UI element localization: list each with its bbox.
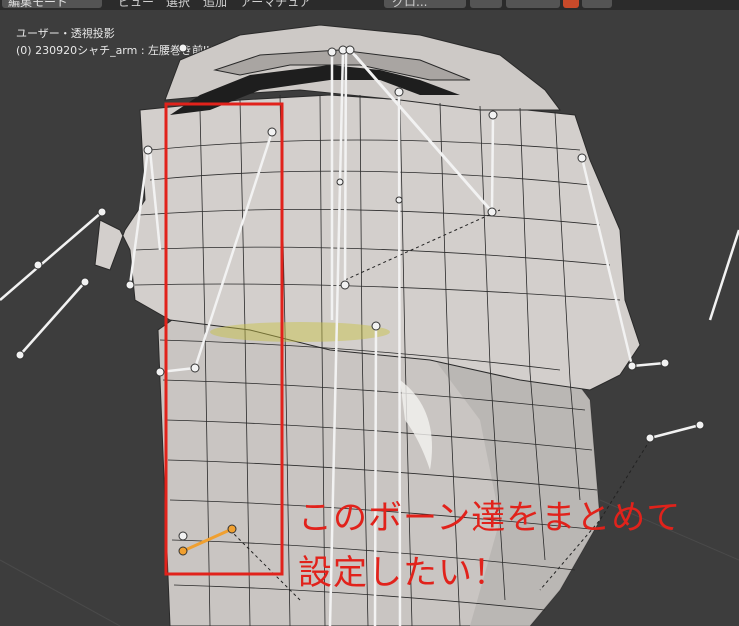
3d-viewport[interactable]: 編集モード ビュー 選択 追加 アーマチュア グロ... ユーザー・透視投影 (… xyxy=(0,0,739,626)
annotation-line-2: 設定したい！ xyxy=(298,553,508,593)
bone-far-right xyxy=(708,229,739,321)
bone-spine-2 xyxy=(343,47,348,286)
annotation-line-1: このボーン達をまとめて xyxy=(298,498,682,538)
bone-right-3 xyxy=(649,423,701,440)
bone-side-2 xyxy=(19,281,86,356)
bone-front-3 xyxy=(490,114,495,213)
bone-side-1 xyxy=(0,211,103,301)
bone-right-2 xyxy=(631,361,666,368)
